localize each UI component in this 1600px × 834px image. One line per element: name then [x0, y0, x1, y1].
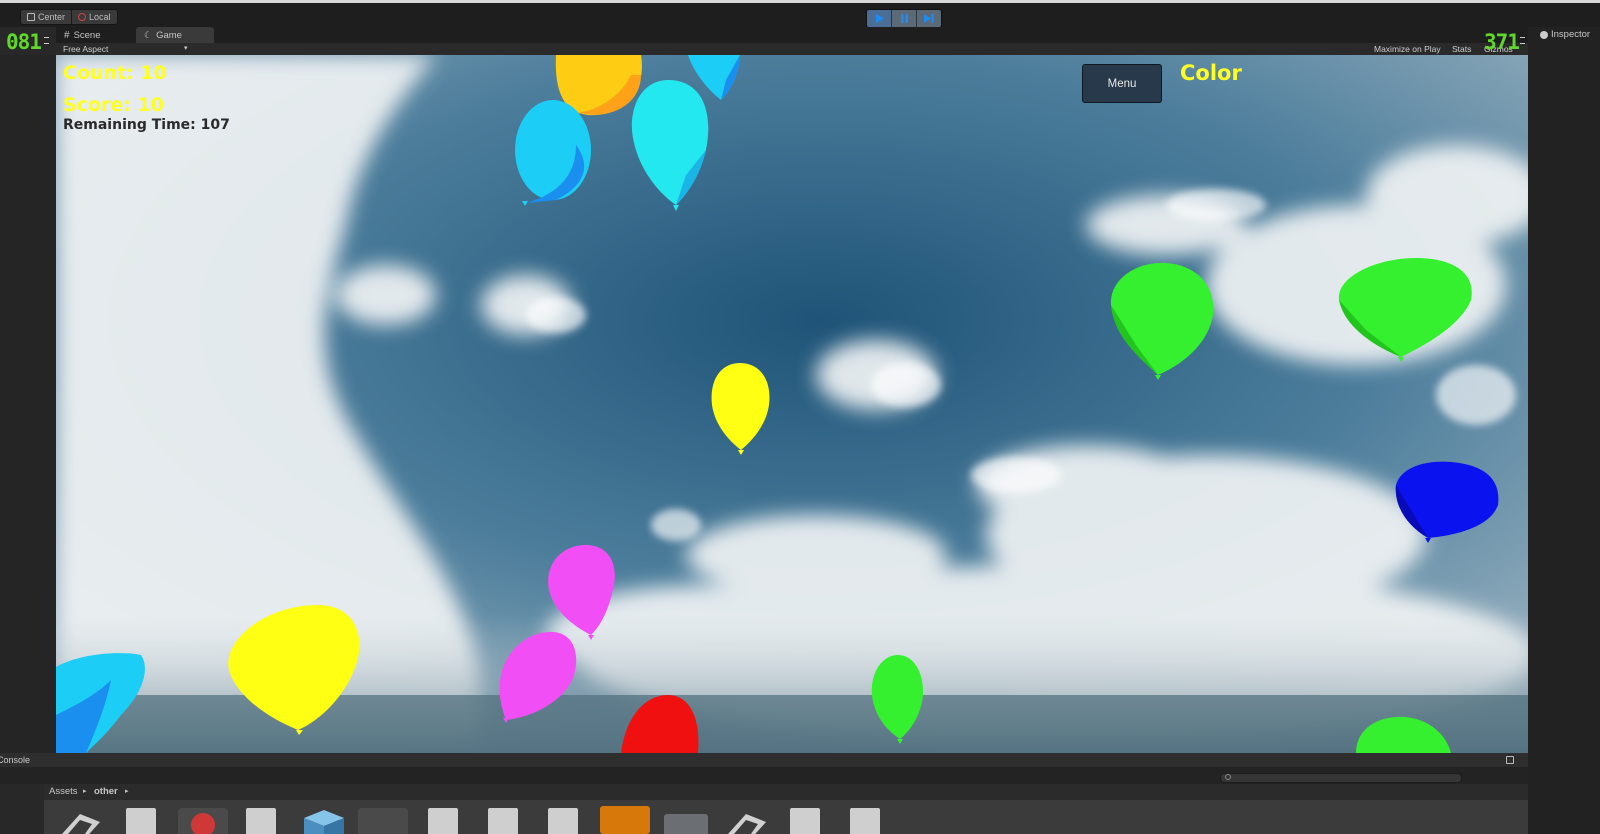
- play-button[interactable]: [867, 10, 891, 27]
- script-file-icon[interactable]: [126, 808, 156, 834]
- project-search-input[interactable]: [1220, 773, 1462, 783]
- sphere-icon: [191, 813, 215, 834]
- step-button[interactable]: [916, 10, 941, 27]
- left-panel: [0, 55, 56, 753]
- folder-icon[interactable]: [664, 814, 708, 834]
- grid-icon: #: [64, 29, 70, 41]
- chevron-down-icon: ▾: [184, 45, 188, 52]
- play-controls: [866, 9, 942, 28]
- rotation-icon: [78, 13, 87, 21]
- fps-right-menu-icon: [1520, 37, 1525, 44]
- count-label: Count: 10: [63, 62, 167, 84]
- fps-menu-icon: [44, 37, 49, 44]
- inspector-panel: Inspector: [1528, 27, 1600, 834]
- project-asset-grid: [44, 800, 1528, 834]
- selected-asset-tile[interactable]: [358, 808, 408, 834]
- remaining-time-label: Remaining Time: 107: [63, 117, 230, 133]
- unity-scene-icon-2[interactable]: [724, 808, 768, 834]
- texture-asset-icon[interactable]: [600, 806, 650, 834]
- aspect-dropdown[interactable]: Free Aspect: [63, 43, 108, 55]
- maximize-on-play-toggle[interactable]: Maximize on Play: [1374, 43, 1441, 55]
- script-file-icon-3[interactable]: [428, 808, 458, 834]
- pivot-icon: [27, 13, 35, 21]
- pivot-toggle-group: Center Local: [20, 9, 118, 25]
- lock-icon: [1506, 756, 1514, 764]
- step-icon: [924, 14, 934, 23]
- project-breadcrumb: Assets ▸ other ▸: [44, 784, 1528, 800]
- pause-icon: [900, 14, 908, 23]
- tab-scene[interactable]: # Scene: [56, 27, 109, 43]
- score-label: Score: 10: [63, 94, 164, 116]
- search-icon: [1225, 774, 1231, 780]
- script-file-icon-4[interactable]: [488, 808, 518, 834]
- info-icon: [1540, 30, 1548, 39]
- sky-scene: [56, 55, 1528, 753]
- pivot-center-button[interactable]: Center: [21, 10, 71, 24]
- game-view-options: Free Aspect ▾ Maximize on Play Stats Giz…: [56, 43, 1528, 55]
- script-file-icon-6[interactable]: [790, 808, 820, 834]
- breadcrumb-assets[interactable]: Assets: [49, 784, 78, 800]
- fps-counter-left: 081: [6, 30, 42, 54]
- breadcrumb-arrow-icon: ▸: [125, 788, 129, 795]
- prefab-cube-icon[interactable]: [300, 808, 348, 834]
- console-tab[interactable]: Console: [0, 753, 1528, 767]
- target-color-label: Color: [1180, 61, 1242, 85]
- breadcrumb-separator-icon: ▸: [83, 788, 87, 795]
- play-icon: [875, 14, 884, 23]
- script-file-icon-7[interactable]: [850, 808, 880, 834]
- pivot-local-button[interactable]: Local: [71, 10, 117, 24]
- unity-scene-icon[interactable]: [58, 808, 102, 834]
- script-file-icon-2[interactable]: [246, 808, 276, 834]
- breadcrumb-other[interactable]: other: [94, 784, 118, 800]
- tab-inspector[interactable]: Inspector: [1540, 29, 1590, 40]
- game-viewport[interactable]: Count: 10 Score: 10 Remaining Time: 107 …: [56, 55, 1528, 753]
- stats-toggle[interactable]: Stats: [1452, 43, 1471, 55]
- main-toolbar: Center Local: [0, 3, 1600, 28]
- game-icon: ☾: [144, 29, 153, 40]
- menu-button[interactable]: Menu: [1082, 64, 1162, 103]
- script-file-icon-5[interactable]: [548, 808, 578, 834]
- material-asset-tile[interactable]: [178, 808, 228, 834]
- pause-button[interactable]: [891, 10, 916, 27]
- scene-game-tabbar: # Scene ☾ Game: [56, 27, 1528, 43]
- fps-counter-right: 371: [1484, 30, 1520, 54]
- tab-game[interactable]: ☾ Game: [136, 27, 214, 43]
